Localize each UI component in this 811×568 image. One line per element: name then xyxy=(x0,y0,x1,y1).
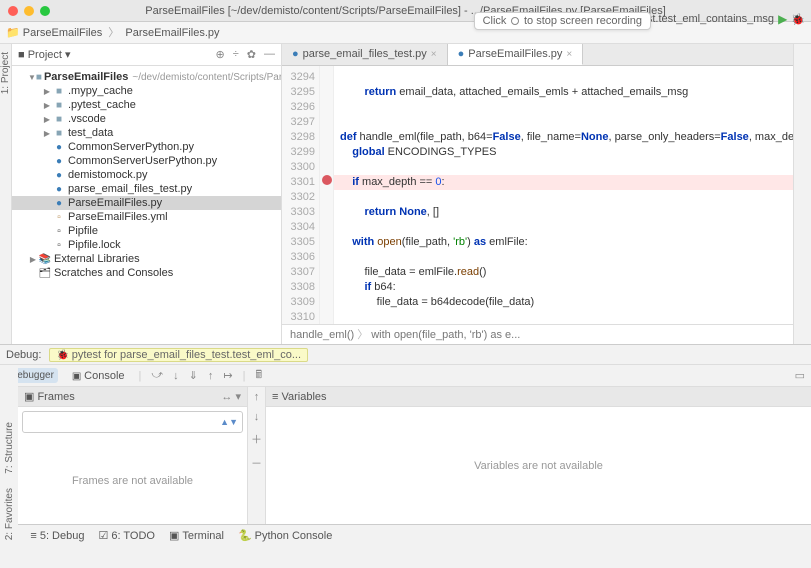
close-icon[interactable]: × xyxy=(431,44,437,65)
close-icon[interactable]: × xyxy=(566,44,572,65)
scroll-to-icon[interactable]: ⊕ xyxy=(216,48,225,61)
tree-item-ParseEmailFiles-yml[interactable]: ▫ParseEmailFiles.yml xyxy=(12,210,281,224)
status-bar[interactable]: ▣ ≡ 5: Debug ☑ 6: TODO ▣ Terminal 🐍 Pyth… xyxy=(0,524,811,546)
project-panel: ■ Project ▾ ⊕ ÷ ✿ — ▼■ ParseEmailFiles ~… xyxy=(12,44,282,344)
tree-scratches[interactable]: 🗂Scratches and Consoles xyxy=(12,266,281,280)
window-controls[interactable] xyxy=(8,6,50,16)
breadcrumb-root[interactable]: ParseEmailFiles xyxy=(23,27,102,39)
tree-item-Pipfile-lock[interactable]: ▫Pipfile.lock xyxy=(12,238,281,252)
tree-item-CommonServerUserPython-py[interactable]: ●CommonServerUserPython.py xyxy=(12,154,281,168)
line-numbers: 3294 3295 3296 3297 3298 3299 3300 3301 … xyxy=(282,66,320,324)
left-gutter: 1: Project xyxy=(0,44,12,344)
right-gutter xyxy=(793,44,811,344)
variables-empty-text: Variables are not available xyxy=(266,407,811,524)
step-into-my-icon[interactable]: ⇓ xyxy=(189,369,198,382)
tree-item-demistomock-py[interactable]: ●demistomock.py xyxy=(12,168,281,182)
tree-item--vscode[interactable]: ▶■.vscode xyxy=(12,112,281,126)
status-terminal[interactable]: ▣ Terminal xyxy=(169,529,224,542)
status-debug[interactable]: ≡ 5: Debug xyxy=(30,530,84,542)
step-out-icon[interactable]: ↑ xyxy=(208,370,214,382)
breadcrumb-file[interactable]: ParseEmailFiles.py xyxy=(125,27,219,39)
project-panel-title: ■ Project ▾ xyxy=(18,48,71,61)
variables-panel: ≡ Variables Variables are not available xyxy=(266,387,811,524)
thread-selector[interactable]: ▲▼ xyxy=(22,411,243,433)
editor-tab-parse_email_files_test-py[interactable]: ● parse_email_files_test.py × xyxy=(282,44,448,65)
gutter-breakpoints[interactable] xyxy=(320,66,334,324)
tree-root[interactable]: ▼■ ParseEmailFiles ~/dev/demisto/content… xyxy=(12,70,281,84)
debug-icon[interactable]: 🐞 xyxy=(791,13,805,26)
console-tab[interactable]: ▣ Console xyxy=(68,368,129,384)
stop-icon xyxy=(511,17,519,25)
tree-item-ParseEmailFiles-py[interactable]: ●ParseEmailFiles.py xyxy=(12,196,281,210)
frames-panel: ▣ Frames ↔ ▾ ▲▼ Frames are not available xyxy=(18,387,248,524)
screen-recording-tip: Click to stop screen recording xyxy=(474,12,651,30)
debug-panel: Debug: 🐞 pytest for parse_email_files_te… xyxy=(0,344,811,524)
tree-item-parse_email_files_test-py[interactable]: ●parse_email_files_test.py xyxy=(12,182,281,196)
editor-tab-ParseEmailFiles-py[interactable]: ● ParseEmailFiles.py × xyxy=(448,44,584,65)
zoom-window[interactable] xyxy=(40,6,50,16)
code-editor[interactable]: return email_data, attached_emails_emls … xyxy=(334,66,811,324)
status-pyconsole[interactable]: 🐍 Python Console xyxy=(238,529,332,542)
prev-frame-icon[interactable]: ↑ xyxy=(254,391,260,403)
gear-icon[interactable]: ✿ xyxy=(247,48,256,61)
code-breadcrumb[interactable]: handle_eml()〉with open(file_path, 'rb') … xyxy=(282,324,811,344)
frames-empty-text: Frames are not available xyxy=(18,437,247,524)
hide-icon[interactable]: — xyxy=(264,48,275,61)
left-bottom-tabs: 7: Structure 2: Favorites xyxy=(0,366,18,546)
frames-toolbar: ↑ ↓ ＋ － xyxy=(248,387,266,524)
next-frame-icon[interactable]: ↓ xyxy=(254,411,260,423)
close-window[interactable] xyxy=(8,6,18,16)
frames-title: Frames xyxy=(37,391,74,403)
tree-item--pytest_cache[interactable]: ▶■.pytest_cache xyxy=(12,98,281,112)
favorites-tab[interactable]: 2: Favorites xyxy=(4,488,15,540)
project-tree[interactable]: ▼■ ParseEmailFiles ~/dev/demisto/content… xyxy=(12,66,281,344)
editor-area: ● parse_email_files_test.py ×● ParseEmai… xyxy=(282,44,811,344)
layout-icon[interactable]: ▭ xyxy=(795,369,805,382)
debug-toolbar[interactable]: Debugger ▣ Console | ⤻ ↓ ⇓ ↑ ↦ | 🖩 ▭ xyxy=(0,365,811,387)
evaluate-icon[interactable]: 🖩 xyxy=(255,366,262,385)
breakpoint-marker[interactable] xyxy=(322,175,332,185)
variables-title: Variables xyxy=(281,391,326,403)
debug-label: Debug: xyxy=(6,349,41,361)
step-over-icon[interactable]: ⤻ xyxy=(151,369,163,382)
tree-item-test_data[interactable]: ▶■test_data xyxy=(12,126,281,140)
editor-tabs[interactable]: ● parse_email_files_test.py ×● ParseEmai… xyxy=(282,44,811,66)
structure-tab[interactable]: 7: Structure xyxy=(4,422,15,474)
tree-item--mypy_cache[interactable]: ▶■.mypy_cache xyxy=(12,84,281,98)
remove-watch-icon[interactable]: － xyxy=(251,455,262,471)
tree-item-CommonServerPython-py[interactable]: ●CommonServerPython.py xyxy=(12,140,281,154)
step-into-icon[interactable]: ↓ xyxy=(173,370,179,382)
minimize-window[interactable] xyxy=(24,6,34,16)
add-watch-icon[interactable]: ＋ xyxy=(251,431,262,447)
tree-ext-libs[interactable]: ▶📚External Libraries xyxy=(12,252,281,266)
frames-dropdown-icon[interactable]: ↔ ▾ xyxy=(221,387,241,407)
collapse-icon[interactable]: ÷ xyxy=(233,48,239,61)
status-todo[interactable]: ☑ 6: TODO xyxy=(98,529,154,542)
tool-project-tab[interactable]: 1: Project xyxy=(0,52,11,94)
debug-config-badge[interactable]: 🐞 pytest for parse_email_files_test.test… xyxy=(49,348,308,362)
tree-item-Pipfile[interactable]: ▫Pipfile xyxy=(12,224,281,238)
run-to-cursor-icon[interactable]: ↦ xyxy=(223,369,232,382)
run-icon[interactable]: ▶ xyxy=(778,12,787,26)
